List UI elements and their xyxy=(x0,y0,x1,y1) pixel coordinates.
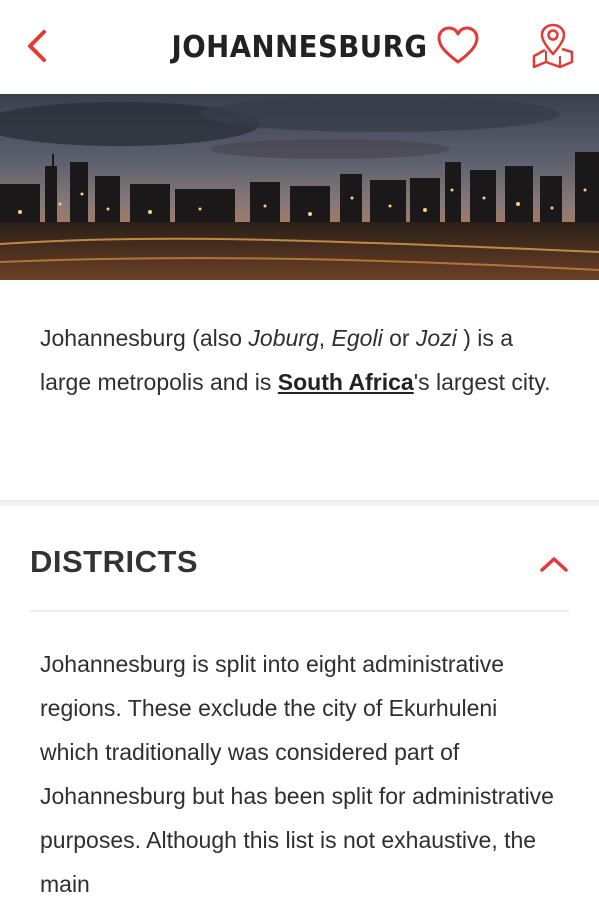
hero-image xyxy=(0,94,599,280)
intro-text-part: 's largest city. xyxy=(413,369,551,395)
alias-jozi: Jozi xyxy=(415,325,457,351)
districts-body: Johannesburg is split into eight adminis… xyxy=(0,612,599,906)
heart-icon xyxy=(437,26,479,64)
page-title: JOHANNESBURG xyxy=(171,30,428,65)
districts-section-header[interactable]: DISTRICTS xyxy=(0,506,599,610)
app-header: JOHANNESBURG xyxy=(0,0,599,94)
map-button[interactable] xyxy=(530,22,576,70)
alias-joburg: Joburg xyxy=(248,325,319,351)
separator: or xyxy=(382,325,416,351)
collapse-button[interactable] xyxy=(536,550,572,578)
city-skyline-image xyxy=(0,94,599,280)
chevron-up-icon xyxy=(540,557,568,572)
alias-egoli: Egoli xyxy=(331,325,383,351)
districts-title: DISTRICTS xyxy=(30,544,199,579)
intro-text-part: Johannesburg (also xyxy=(40,325,249,351)
separator: , xyxy=(318,325,332,351)
intro-text: Johannesburg (also Joburg, Egoli or Jozi… xyxy=(0,280,599,502)
south-africa-link[interactable]: South Africa xyxy=(278,369,414,395)
favorite-button[interactable] xyxy=(436,26,480,66)
map-pin-icon xyxy=(532,23,574,69)
